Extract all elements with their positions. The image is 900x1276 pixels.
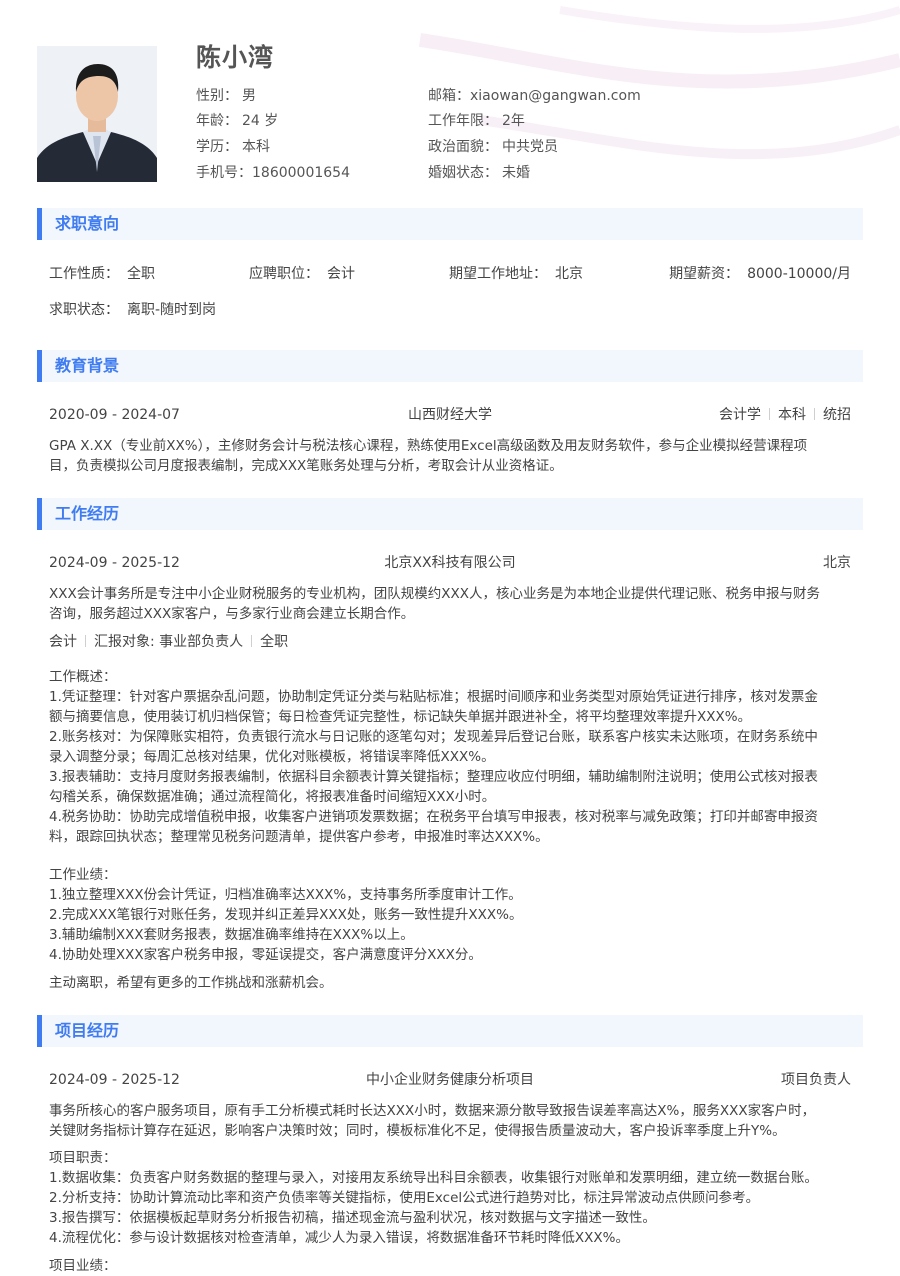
section-header-intent: 求职意向 <box>37 208 863 240</box>
info-age: 年龄： 24 岁 <box>196 113 279 129</box>
section-title: 教育背景 <box>55 356 120 375</box>
work-city: 北京 <box>823 555 851 571</box>
intent-job-type: 工作性质： 全职 <box>49 266 155 282</box>
education-description: GPA X.XX（专业前XX%），主修财务会计与税法核心课程，熟练使用Excel… <box>49 438 808 474</box>
section-header-education: 教育背景 <box>37 350 863 382</box>
education-tags: 会计学 本科 统招 <box>719 407 851 423</box>
work-company: 北京XX科技有限公司 <box>384 555 516 571</box>
work-company-intro: XXX会计事务所是专注中小企业财税服务的专业机构，团队规模约XXX人，核心业务是… <box>49 586 820 622</box>
education-row: 2020-09 - 2024-07 山西财经大学 会计学 本科 统招 <box>49 404 851 426</box>
work-achievements: 工作业绩： 1.独立整理XXX份会计凭证，归档准确率达XXX%，支持事务所季度审… <box>49 867 523 963</box>
work-leave-reason: 主动离职，希望有更多的工作挑战和涨薪机会。 <box>49 975 333 991</box>
section-accent-bar <box>37 350 42 382</box>
info-phone: 手机号：18600001654 <box>196 165 350 181</box>
section-header-work: 工作经历 <box>37 498 863 530</box>
intent-location: 期望工作地址： 北京 <box>449 266 583 282</box>
project-results: 项目业绩： <box>49 1258 117 1274</box>
work-overview: 工作概述： 1.凭证整理：针对客户票据杂乱问题，协助制定凭证分类与粘贴标准；根据… <box>49 669 818 845</box>
info-marital-status: 婚姻状态： 未婚 <box>428 165 530 181</box>
info-political-status: 政治面貌： 中共党员 <box>428 139 558 155</box>
candidate-name: 陈小湾 <box>196 43 275 72</box>
work-tags: 会计 汇报对象: 事业部负责人 全职 <box>49 634 289 650</box>
project-intro: 事务所核心的客户服务项目，原有手工分析模式耗时长达XXX小时，数据来源分散导致报… <box>49 1103 816 1139</box>
person-portrait-icon <box>37 46 157 182</box>
section-accent-bar <box>37 498 42 530</box>
section-accent-bar <box>37 208 42 240</box>
intent-status: 求职状态： 离职-随时到岗 <box>49 302 217 318</box>
intent-salary: 期望薪资： 8000-10000/月 <box>669 266 851 282</box>
project-name: 中小企业财务健康分析项目 <box>366 1072 534 1088</box>
section-title: 项目经历 <box>55 1021 120 1040</box>
info-education: 学历： 本科 <box>196 139 270 155</box>
info-gender: 性别：男 <box>196 88 256 104</box>
project-row: 2024-09 - 2025-12 中小企业财务健康分析项目 项目负责人 <box>49 1069 851 1091</box>
work-row: 2024-09 - 2025-12 北京XX科技有限公司 北京 <box>49 552 851 574</box>
section-title: 工作经历 <box>55 504 120 523</box>
intent-position: 应聘职位： 会计 <box>249 266 355 282</box>
profile-photo <box>37 46 157 182</box>
section-title: 求职意向 <box>55 214 120 233</box>
section-accent-bar <box>37 1015 42 1047</box>
project-duties: 项目职责： 1.数据收集：负责客户财务数据的整理与录入，对接用友系统导出科目余额… <box>49 1150 818 1246</box>
info-email: 邮箱：xiaowan@gangwan.com <box>428 88 641 104</box>
section-header-project: 项目经历 <box>37 1015 863 1047</box>
project-role: 项目负责人 <box>781 1072 851 1088</box>
info-work-years: 工作年限： 2年 <box>428 113 525 129</box>
